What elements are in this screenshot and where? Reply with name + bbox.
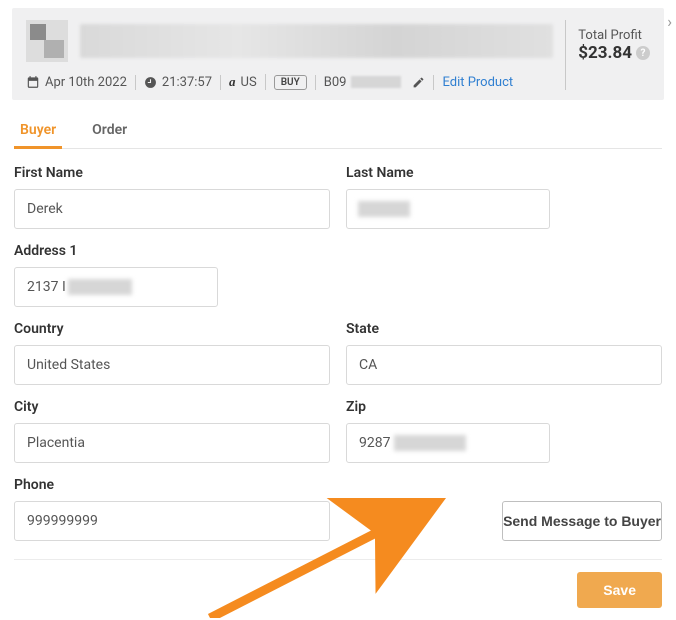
city-input[interactable] bbox=[14, 423, 330, 463]
tabs: Buyer Order bbox=[14, 114, 662, 149]
order-time: 21:37:57 bbox=[162, 75, 212, 90]
zip-input[interactable] bbox=[346, 423, 550, 463]
order-meta: Apr 10th 2022 21:37:57 a US BUY B09 Edit… bbox=[26, 74, 553, 90]
calendar-icon bbox=[26, 75, 40, 89]
phone-label: Phone bbox=[14, 477, 330, 493]
phone-input[interactable] bbox=[14, 501, 330, 541]
city-label: City bbox=[14, 399, 330, 415]
state-input[interactable] bbox=[346, 345, 662, 385]
state-label: State bbox=[346, 321, 662, 337]
zip-label: Zip bbox=[346, 399, 662, 415]
clock-icon bbox=[144, 76, 157, 89]
profit-block: Total Profit $23.84 ? bbox=[578, 20, 650, 90]
send-message-button[interactable]: Send Message to Buyer bbox=[502, 501, 662, 541]
first-name-label: First Name bbox=[14, 165, 330, 181]
last-name-input[interactable] bbox=[346, 189, 550, 229]
first-name-input[interactable] bbox=[14, 189, 330, 229]
footer: Save bbox=[0, 560, 676, 620]
tab-order[interactable]: Order bbox=[86, 114, 133, 148]
marketplace: US bbox=[241, 75, 257, 90]
chevron-right-icon[interactable]: › bbox=[667, 12, 672, 31]
order-header: Apr 10th 2022 21:37:57 a US BUY B09 Edit… bbox=[12, 8, 664, 100]
tab-buyer[interactable]: Buyer bbox=[14, 114, 62, 149]
profit-label: Total Profit bbox=[578, 28, 650, 43]
pencil-icon[interactable] bbox=[412, 76, 425, 89]
edit-product-link[interactable]: Edit Product bbox=[442, 75, 513, 90]
address1-label: Address 1 bbox=[14, 243, 662, 259]
header-main: Apr 10th 2022 21:37:57 a US BUY B09 Edit… bbox=[26, 20, 566, 90]
address1-input[interactable] bbox=[14, 267, 218, 307]
buyer-form: First Name Last Name Address 1 Country S… bbox=[0, 149, 676, 549]
help-icon[interactable]: ? bbox=[636, 46, 650, 60]
save-button[interactable]: Save bbox=[577, 572, 662, 608]
country-label: Country bbox=[14, 321, 330, 337]
product-thumbnail[interactable] bbox=[26, 20, 68, 62]
profit-value: $23.84 bbox=[578, 43, 632, 63]
last-name-label: Last Name bbox=[346, 165, 662, 181]
asin-redacted bbox=[351, 76, 401, 88]
order-date: Apr 10th 2022 bbox=[45, 75, 127, 90]
amazon-icon: a bbox=[229, 74, 236, 90]
product-title bbox=[80, 24, 553, 58]
country-input[interactable] bbox=[14, 345, 330, 385]
buy-badge: BUY bbox=[274, 75, 307, 90]
asin-text: B09 bbox=[324, 75, 347, 90]
